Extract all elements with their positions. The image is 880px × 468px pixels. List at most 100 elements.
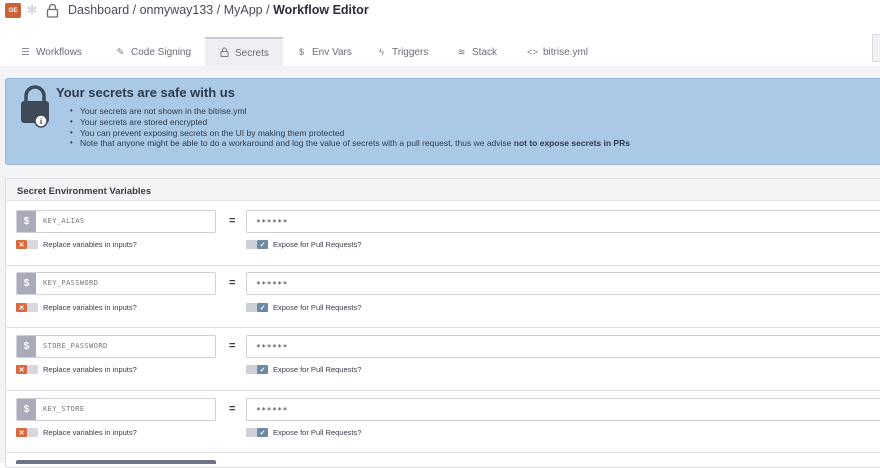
dollar-icon: $ (298, 46, 305, 58)
lock-icon (46, 3, 59, 18)
expose-pr-label: Expose for Pull Requests? (273, 365, 362, 374)
secret-key-field[interactable]: $ (16, 398, 216, 421)
secret-value-input[interactable] (256, 343, 656, 352)
expose-pr-label: Expose for Pull Requests? (273, 240, 362, 249)
check-icon: ✓ (257, 303, 268, 312)
tab-bitrise-yml[interactable]: <> bitrise.yml (527, 37, 588, 67)
expose-pr-toggle[interactable]: ✓ (246, 365, 268, 374)
close-icon: ✕ (16, 365, 27, 374)
banner-note-bold: not to expose secrets in PRs (513, 138, 630, 149)
secret-value-field[interactable] (246, 335, 880, 358)
secret-key-input[interactable] (43, 342, 213, 350)
check-icon: ✓ (257, 240, 268, 249)
info-banner: i Your secrets are safe with us Your sec… (5, 78, 880, 165)
replace-variables-label: Replace variables in inputs? (43, 240, 137, 249)
add-secret-button[interactable] (16, 460, 216, 464)
breadcrumb: Dashboard / onmyway133 / MyApp / Workflo… (68, 3, 369, 17)
row-divider (5, 327, 880, 328)
secret-value-field[interactable] (246, 272, 880, 295)
row-divider (5, 452, 880, 453)
tab-label: Stack (472, 46, 498, 58)
list-icon: ☰ (21, 46, 30, 58)
tab-label: Secrets (235, 47, 269, 59)
replace-variables-label: Replace variables in inputs? (43, 303, 137, 312)
tab-label: Workflows (36, 46, 82, 58)
check-icon: ✓ (257, 365, 268, 374)
lock-icon: i (21, 85, 49, 128)
secret-key-input[interactable] (43, 279, 213, 287)
tab-stack[interactable]: ≋ Stack (456, 37, 498, 67)
banner-item: Note that anyone might be able to do a w… (70, 138, 630, 149)
banner-item: Your secrets are not shown in the bitris… (70, 106, 630, 117)
expose-pr-toggle[interactable]: ✓ (246, 240, 268, 249)
close-icon: ✕ (16, 240, 27, 249)
dollar-icon: $ (17, 273, 36, 294)
side-panel-handle[interactable] (872, 34, 880, 62)
check-icon: ✓ (257, 428, 268, 437)
panel-header: Secret Environment Variables (6, 179, 880, 201)
equals-sign: = (229, 340, 236, 352)
banner-list: Your secrets are not shown in the bitris… (70, 106, 630, 149)
equals-sign: = (229, 403, 236, 415)
gear-icon[interactable]: ✻ (27, 3, 40, 17)
equals-sign: = (229, 215, 236, 227)
dollar-icon: $ (17, 336, 36, 357)
secret-key-field[interactable]: $ (16, 335, 216, 358)
breadcrumb-separator: / (132, 3, 137, 17)
secret-key-field[interactable]: $ (16, 210, 216, 233)
close-icon: ✕ (16, 428, 27, 437)
secret-key-input[interactable] (43, 217, 213, 225)
secret-value-input[interactable] (256, 280, 656, 289)
secret-value-field[interactable] (246, 398, 880, 421)
row-divider (5, 265, 880, 266)
replace-variables-toggle[interactable]: ✕ (16, 365, 38, 374)
close-icon: ✕ (16, 303, 27, 312)
tab-label: Env Vars (312, 46, 352, 58)
breadcrumb-dashboard[interactable]: Dashboard (68, 3, 129, 17)
expose-pr-label: Expose for Pull Requests? (273, 428, 362, 437)
page-title: Workflow Editor (273, 3, 369, 17)
expose-pr-toggle[interactable]: ✓ (246, 428, 268, 437)
replace-variables-label: Replace variables in inputs? (43, 365, 137, 374)
banner-title: Your secrets are safe with us (56, 85, 235, 100)
breadcrumb-app[interactable]: MyApp (224, 3, 263, 17)
breadcrumb-owner[interactable]: onmyway133 (140, 3, 214, 17)
replace-variables-toggle[interactable]: ✕ (16, 240, 38, 249)
tab-label: bitrise.yml (543, 46, 589, 58)
secret-value-field[interactable] (246, 210, 880, 233)
breadcrumb-separator: / (216, 3, 221, 17)
equals-sign: = (229, 277, 236, 289)
replace-variables-label: Replace variables in inputs? (43, 428, 137, 437)
top-bar: GE ✻ Dashboard / onmyway133 / MyApp / Wo… (0, 0, 880, 24)
banner-note: Note that anyone might be able to do a w… (80, 138, 514, 149)
secret-key-input[interactable] (43, 405, 213, 413)
tab-secrets[interactable]: Secrets (205, 37, 283, 67)
tab-label: Triggers (392, 46, 429, 58)
dollar-icon: $ (17, 211, 36, 232)
banner-item: You can prevent exposing secrets on the … (70, 128, 630, 139)
secret-key-field[interactable]: $ (16, 272, 216, 295)
secret-value-input[interactable] (256, 218, 656, 227)
replace-variables-toggle[interactable]: ✕ (16, 428, 38, 437)
edit-icon: ✎ (116, 46, 125, 58)
tab-triggers[interactable]: ϟ Triggers (376, 37, 428, 67)
panel-title: Secret Environment Variables (17, 186, 152, 197)
code-icon: <> (527, 46, 539, 58)
expose-pr-toggle[interactable]: ✓ (246, 303, 268, 312)
dollar-icon: $ (17, 399, 36, 420)
tab-code-signing[interactable]: ✎ Code Signing (115, 37, 192, 67)
tab-bar: ☰ Workflows ✎ Code Signing Secrets $ Env… (0, 37, 880, 67)
row-divider (5, 390, 880, 391)
banner-item: Your secrets are stored encrypted (70, 117, 630, 128)
lock-icon (219, 47, 230, 60)
org-avatar[interactable]: GE (5, 3, 21, 18)
expose-pr-label: Expose for Pull Requests? (273, 303, 362, 312)
breadcrumb-separator: / (266, 3, 270, 17)
bolt-icon: ϟ (378, 46, 385, 58)
secret-value-input[interactable] (256, 406, 656, 415)
tab-workflows[interactable]: ☰ Workflows (20, 37, 82, 67)
tab-env-vars[interactable]: $ Env Vars (296, 37, 352, 67)
tab-label: Code Signing (131, 46, 192, 58)
stack-icon: ≋ (457, 46, 466, 58)
replace-variables-toggle[interactable]: ✕ (16, 303, 38, 312)
